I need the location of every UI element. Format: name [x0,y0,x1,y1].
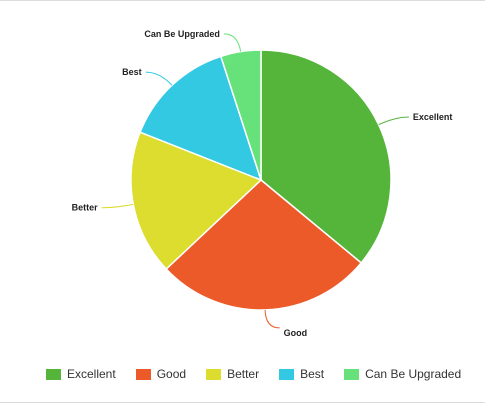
legend-item-can-be-upgraded[interactable]: Can Be Upgraded [344,367,461,381]
slice-label-better: Better [72,203,99,213]
legend-item-excellent[interactable]: Excellent [46,367,116,381]
legend-label: Excellent [67,367,116,381]
pie-slices [130,49,392,311]
leader-line-better [101,203,134,209]
legend-label: Can Be Upgraded [365,367,462,381]
legend-swatch [135,368,151,380]
chart-frame: Excellent Good Better Best Can Be Upgraded E… [0,0,485,403]
legend: Excellent Good Better Best Can Be Upgraded [46,367,461,381]
legend-label: Better [227,367,260,381]
slice-label-best: Best [122,67,142,77]
slice-label-good: Good [284,328,308,338]
legend-label: Good [156,367,187,381]
legend-swatch [279,368,295,380]
pie-chart: Excellent Good Better Best Can Be Upgraded [72,29,453,338]
legend-swatch [344,368,360,380]
leader-line-excellent [378,116,409,126]
legend-item-better[interactable]: Better [206,367,259,381]
slice-label-excellent: Excellent [413,112,453,122]
legend-swatch [206,368,222,380]
leader-line-good [264,309,280,329]
legend-item-best[interactable]: Best [279,367,324,381]
legend-item-good[interactable]: Good [135,367,187,381]
legend-label: Best [300,367,325,381]
legend-swatch [46,368,61,380]
slice-label-can-be-upgraded: Can Be Upgraded [144,29,220,39]
leader-line-best [145,71,173,86]
leader-line-can-be-upgraded [223,33,242,52]
